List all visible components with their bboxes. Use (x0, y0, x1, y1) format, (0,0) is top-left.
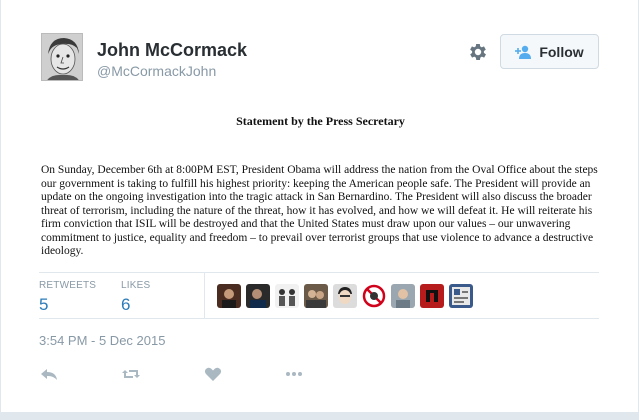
statement-title: Statement by the Press Secretary (236, 114, 405, 128)
page-bottom-strip (0, 412, 639, 420)
tweet-timestamp[interactable]: 3:54 PM - 5 Dec 2015 (39, 333, 165, 348)
liker-avatar[interactable] (275, 284, 299, 308)
liker-avatar[interactable] (420, 284, 444, 308)
avatar[interactable] (41, 33, 83, 81)
liker-avatar[interactable] (333, 284, 357, 308)
retweets-count: 5 (39, 295, 49, 314)
tweet-actions (39, 364, 304, 384)
liker-avatar[interactable] (362, 284, 386, 308)
stats-divider (204, 272, 205, 318)
user-handle[interactable]: @McCormackJohn (97, 63, 216, 79)
liker-avatar[interactable] (217, 284, 241, 308)
divider (39, 272, 599, 273)
heart-icon[interactable] (203, 364, 223, 384)
likes-count: 6 (121, 295, 131, 314)
gear-icon[interactable] (467, 41, 489, 63)
likes-label: LIKES (121, 280, 151, 291)
follow-label: Follow (539, 43, 584, 60)
liker-avatar[interactable] (391, 284, 415, 308)
retweets-label: RETWEETS (39, 280, 97, 291)
liker-avatar[interactable] (449, 284, 473, 308)
reply-icon[interactable] (39, 364, 59, 384)
retweet-icon[interactable] (121, 364, 141, 384)
tweet-card: John McCormack @McCormackJohn Follow Sta… (0, 0, 639, 420)
retweets-stat[interactable]: RETWEETS 5 (39, 280, 96, 315)
add-user-icon (515, 45, 532, 59)
liker-avatar[interactable] (304, 284, 328, 308)
likes-stat[interactable]: LIKES 6 (121, 280, 150, 315)
follow-button[interactable]: Follow (500, 34, 599, 69)
more-icon[interactable] (284, 364, 304, 384)
liker-avatar[interactable] (246, 284, 270, 308)
user-name[interactable]: John McCormack (97, 40, 247, 61)
divider (39, 318, 599, 319)
statement-body: On Sunday, December 6th at 8:00PM EST, P… (41, 164, 598, 257)
liker-avatars (217, 284, 473, 308)
